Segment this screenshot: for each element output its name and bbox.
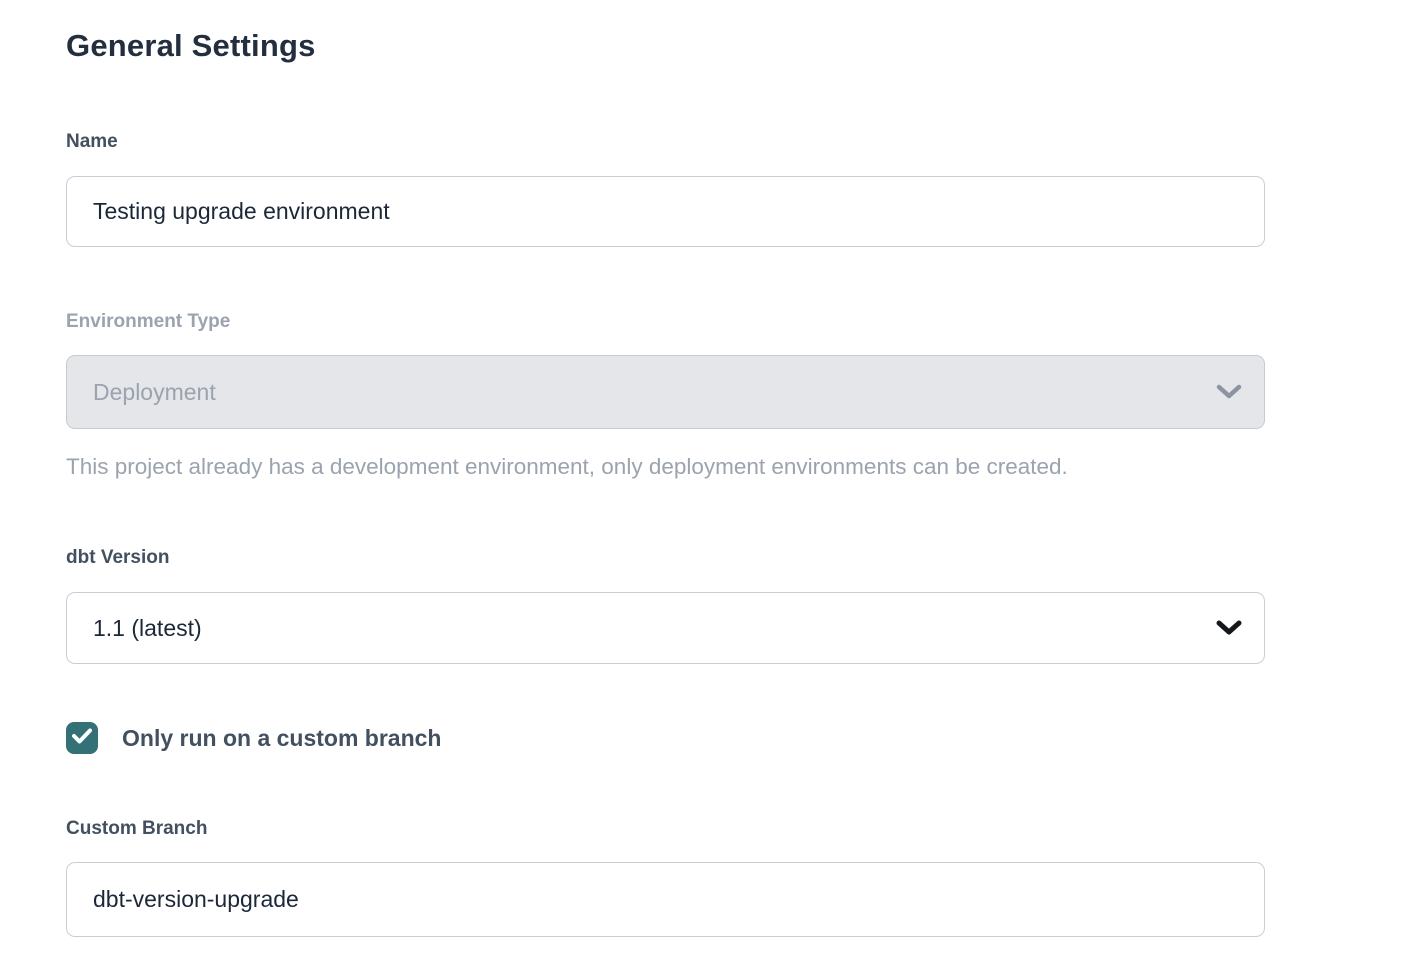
custom-branch-label: Custom Branch	[66, 817, 1406, 841]
environment-type-value: Deployment	[93, 379, 216, 406]
environment-type-label: Environment Type	[66, 310, 1406, 334]
custom-branch-toggle-label[interactable]: Only run on a custom branch	[122, 725, 441, 752]
chevron-down-icon	[1215, 383, 1243, 401]
dbt-version-value: 1.1 (latest)	[93, 615, 202, 642]
general-settings-page: General Settings Name Environment Type D…	[0, 0, 1406, 937]
environment-type-helper-text: This project already has a development e…	[66, 453, 1316, 481]
custom-branch-toggle-row: Only run on a custom branch	[66, 722, 1406, 754]
environment-type-select: Deployment	[66, 355, 1265, 429]
custom-branch-checkbox[interactable]	[66, 722, 98, 754]
custom-branch-input[interactable]	[66, 862, 1265, 937]
check-icon	[72, 728, 92, 749]
page-title: General Settings	[66, 26, 1406, 66]
dbt-version-label: dbt Version	[66, 546, 1406, 570]
dbt-version-select[interactable]: 1.1 (latest)	[66, 592, 1265, 664]
name-field-label: Name	[66, 130, 1406, 154]
name-input[interactable]	[66, 176, 1265, 247]
chevron-down-icon	[1215, 619, 1243, 637]
